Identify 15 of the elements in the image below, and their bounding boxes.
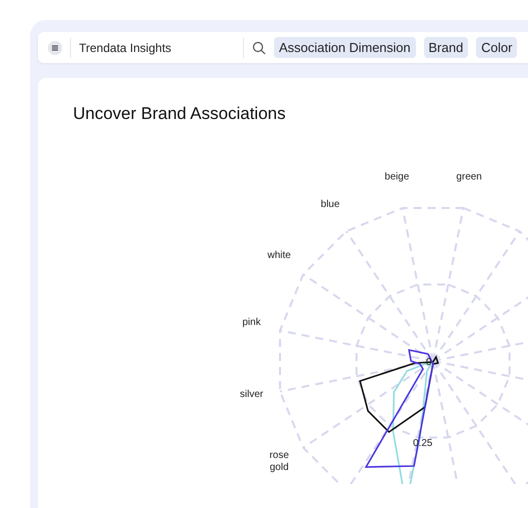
axis-label: beige (384, 172, 410, 183)
axis-label: green (456, 172, 482, 183)
menu-button[interactable] (48, 40, 62, 54)
filter-chip[interactable]: Association Dimension (274, 37, 416, 58)
filter-chip[interactable]: Color (476, 37, 518, 58)
search-icon[interactable] (252, 40, 266, 54)
axis-label: rose gold (269, 450, 289, 473)
page-title: Uncover Brand Associations (73, 104, 287, 124)
menu-icon (52, 44, 58, 50)
axis-label: pink (242, 316, 261, 328)
axis-label: silver (240, 389, 264, 400)
filter-chip[interactable]: Brand (424, 37, 468, 58)
app-title: Trendata Insights (79, 40, 172, 54)
axis-label: white (268, 250, 291, 262)
axis-label: blue (320, 199, 340, 210)
